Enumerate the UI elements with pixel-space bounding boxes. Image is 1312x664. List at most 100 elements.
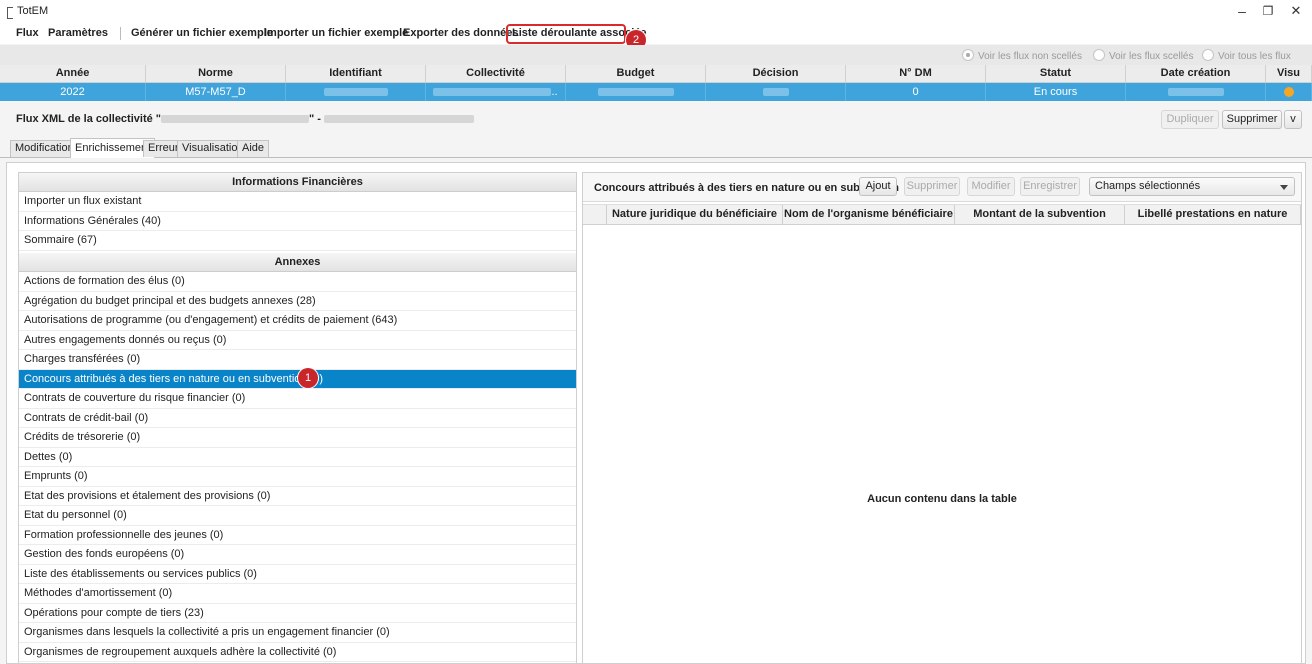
highlight-box: [506, 24, 626, 44]
list-item[interactable]: Opérations pour compte de tiers (23): [19, 604, 576, 623]
menu-exporter-donnees[interactable]: Exporter des données: [403, 27, 519, 39]
chevron-down-icon: [1280, 185, 1288, 190]
list-item[interactable]: Importer un flux existant: [19, 192, 576, 212]
section-header-annexes: Annexes: [19, 253, 576, 272]
champs-select[interactable]: Champs sélectionnés: [1089, 177, 1295, 196]
tab-modification[interactable]: Modification: [10, 140, 79, 157]
cell-date-creation: [1126, 83, 1266, 101]
list-item[interactable]: Contrats de couverture du risque financi…: [19, 389, 576, 409]
column-header-nom-organisme[interactable]: Nom de l'organisme bénéficiaire: [783, 205, 955, 224]
table-row[interactable]: 2022 M57-M57_D .. 0 En cours: [0, 83, 1312, 101]
cell-norme: M57-M57_D: [146, 83, 286, 101]
radio-icon: [1202, 49, 1214, 61]
list-item[interactable]: Contrats de crédit-bail (0): [19, 409, 576, 428]
status-dot-icon: [1284, 87, 1294, 97]
list-item[interactable]: Organismes de regroupement auxquels adhè…: [19, 643, 576, 662]
column-header-visu[interactable]: Visu: [1266, 65, 1312, 82]
annexes-navigation-list: Informations Financières Importer un flu…: [18, 172, 577, 664]
more-dropdown-button[interactable]: v: [1284, 110, 1302, 129]
list-item[interactable]: Etat des provisions et étalement des pro…: [19, 487, 576, 506]
ajout-button[interactable]: Ajout: [859, 177, 897, 196]
radio-voir-tous[interactable]: Voir tous les flux: [1202, 49, 1291, 62]
column-header-collectivite[interactable]: Collectivité: [426, 65, 566, 82]
list-item[interactable]: Autorisations de programme (ou d'engagem…: [19, 311, 576, 331]
column-header-decision[interactable]: Décision: [706, 65, 846, 82]
column-header-identifiant[interactable]: Identifiant: [286, 65, 426, 82]
list-item[interactable]: Informations Générales (40): [19, 212, 576, 231]
app-icon: [7, 7, 13, 19]
enregistrer-button[interactable]: Enregistrer: [1020, 177, 1080, 196]
cell-decision: [706, 83, 846, 101]
list-item[interactable]: Organismes dans lesquels la collectivité…: [19, 623, 576, 643]
modifier-button[interactable]: Modifier: [967, 177, 1015, 196]
radio-voir-non-scelles[interactable]: Voir les flux non scellés: [962, 49, 1082, 62]
tab-aide[interactable]: Aide: [237, 140, 270, 157]
redacted-text: [433, 88, 552, 97]
column-header-montant-subvention[interactable]: Montant de la subvention: [955, 205, 1125, 224]
redacted-text: [324, 115, 474, 124]
cell-annee: 2022: [0, 83, 146, 101]
column-header-n-dm[interactable]: N° DM: [846, 65, 986, 82]
list-item[interactable]: Liste des établissements ou services pub…: [19, 565, 576, 584]
column-header-date-creation[interactable]: Date création: [1126, 65, 1266, 82]
list-item[interactable]: Sommaire (67): [19, 231, 576, 251]
redacted-text: [597, 88, 674, 97]
column-header-norme[interactable]: Norme: [146, 65, 286, 82]
maximize-icon[interactable]: ❐: [1254, 2, 1282, 20]
list-item[interactable]: Etat du personnel (0): [19, 506, 576, 526]
list-item[interactable]: Crédits de trésorerie (0): [19, 428, 576, 448]
list-item[interactable]: Autres engagements donnés ou reçus (0): [19, 331, 576, 350]
step-badge-1: 1: [298, 368, 318, 388]
section-header-informations-financieres: Informations Financières: [19, 173, 576, 192]
column-header-libelle-prestations[interactable]: Libellé prestations en nature: [1125, 205, 1301, 224]
annex-table-header: Nature juridique du bénéficiaire Nom de …: [583, 204, 1301, 225]
cell-statut: En cours: [986, 83, 1126, 101]
list-item[interactable]: Dettes (0): [19, 448, 576, 467]
list-item[interactable]: Actions de formation des élus (0): [19, 272, 576, 292]
flux-title: Flux XML de la collectivité " " -: [16, 113, 474, 125]
column-header-annee[interactable]: Année: [0, 65, 146, 82]
list-item[interactable]: Formation professionnelle des jeunes (0): [19, 526, 576, 545]
select-value: Champs sélectionnés: [1095, 180, 1201, 192]
list-item[interactable]: Gestion des fonds européens (0): [19, 545, 576, 565]
menu-bar: Flux Paramètres Générer un fichier exemp…: [0, 22, 1312, 44]
menu-separator: [120, 27, 121, 40]
flux-title-prefix: Flux XML de la collectivité ": [16, 113, 161, 125]
list-item[interactable]: Agrégation du budget principal et des bu…: [19, 292, 576, 311]
filter-bar: Voir les flux non scellés Voir les flux …: [0, 45, 1312, 65]
menu-flux[interactable]: Flux: [16, 27, 39, 39]
column-header-nature-juridique[interactable]: Nature juridique du bénéficiaire: [607, 205, 783, 224]
menu-importer-fichier-exemple[interactable]: Importer un fichier exemple: [264, 27, 408, 39]
annex-toolbar: Concours attribués à des tiers en nature…: [583, 173, 1301, 202]
flux-grid-header: Année Norme Identifiant Collectivité Bud…: [0, 65, 1312, 83]
column-header-budget[interactable]: Budget: [566, 65, 706, 82]
row-header-corner: [583, 205, 607, 224]
cell-budget: [566, 83, 706, 101]
dupliquer-button[interactable]: Dupliquer: [1161, 110, 1219, 129]
close-icon[interactable]: ✕: [1282, 2, 1310, 20]
cell-ellipsis: ..: [551, 86, 558, 98]
supprimer-button[interactable]: Supprimer: [904, 177, 960, 196]
list-item[interactable]: Emprunts (0): [19, 467, 576, 487]
redacted-text: [1167, 88, 1224, 97]
cell-identifiant: [286, 83, 426, 101]
list-item[interactable]: Méthodes d'amortissement (0): [19, 584, 576, 604]
list-item[interactable]: Charges transférées (0): [19, 350, 576, 370]
column-header-statut[interactable]: Statut: [986, 65, 1126, 82]
menu-parametres[interactable]: Paramètres: [48, 27, 108, 39]
flux-title-separator: " -: [309, 113, 321, 125]
radio-voir-scelles[interactable]: Voir les flux scellés: [1093, 49, 1193, 62]
radio-selected-icon: [962, 49, 974, 61]
minimize-icon[interactable]: –: [1228, 2, 1256, 20]
redacted-text: [762, 88, 789, 97]
section-informations-financieres: Importer un flux existant Informations Gé…: [19, 192, 576, 251]
title-bar: TotEM – ❐ ✕: [0, 0, 1312, 22]
radio-icon: [1093, 49, 1105, 61]
section-annexes: Actions de formation des élus (0) Agrégat…: [19, 272, 576, 664]
flux-header: Flux XML de la collectivité " " - Dupliqu…: [0, 106, 1312, 132]
annex-title: Concours attribués à des tiers en nature…: [594, 182, 900, 194]
supprimer-flux-button[interactable]: Supprimer: [1222, 110, 1282, 129]
cell-n-dm: 0: [846, 83, 986, 101]
radio-label: Voir les flux non scellés: [978, 51, 1082, 62]
menu-generer-fichier-exemple[interactable]: Générer un fichier exemple: [131, 27, 273, 39]
